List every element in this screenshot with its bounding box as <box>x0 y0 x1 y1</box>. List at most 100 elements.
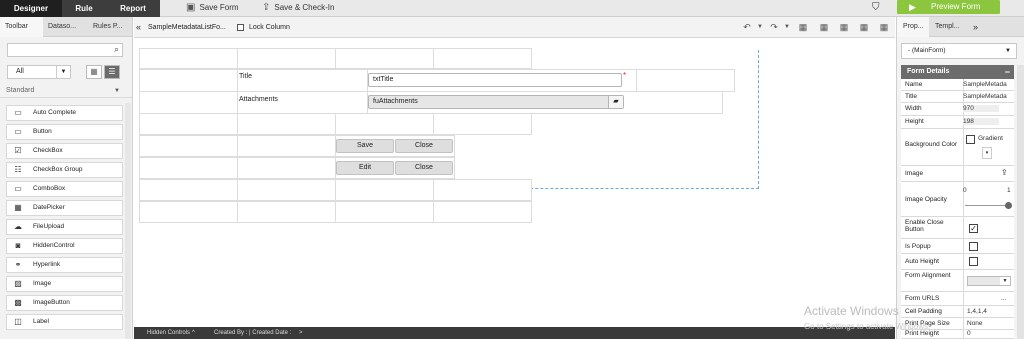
attachments-label: Attachments <box>239 96 278 103</box>
delete-column-icon[interactable]: ▦ <box>858 21 870 33</box>
grid-cell[interactable] <box>139 179 238 201</box>
floppy-icon: ▣ <box>186 2 196 13</box>
form-details-header[interactable]: Form Details − <box>901 65 1014 79</box>
control-checkbox[interactable]: ☑ CheckBox <box>6 143 123 159</box>
status-bar: Hidden Controls ^ Created By : | Created… <box>134 327 895 339</box>
attachments-fileupload[interactable]: fuAttachments ▰ <box>368 95 624 109</box>
grid-cell[interactable] <box>237 179 336 201</box>
grid-cell[interactable] <box>237 135 336 157</box>
control-button[interactable]: ▭ Button <box>6 124 123 140</box>
close-button-2[interactable]: Close <box>395 161 453 175</box>
grid-cell[interactable] <box>139 157 238 179</box>
grid-cell[interactable] <box>433 48 532 69</box>
opacity-slider-handle[interactable] <box>1005 202 1012 209</box>
toolbox-scrollbar[interactable] <box>125 103 131 339</box>
grid-cell[interactable] <box>433 113 532 135</box>
grid-cell[interactable] <box>335 201 434 223</box>
top-toolbar: Designer Rule Report ▣ Save Form ⇪ Save & … <box>0 0 1024 17</box>
search-icon[interactable]: ⌕ <box>114 44 119 55</box>
control-checkbox-group[interactable]: ☷ CheckBox Group <box>6 162 123 178</box>
lock-column-checkbox[interactable] <box>237 24 244 31</box>
grid-cell[interactable] <box>335 48 434 69</box>
control-hyperlink[interactable]: ⚭ Hyperlink <box>6 257 123 273</box>
opacity-slider[interactable] <box>965 205 1009 206</box>
element-selector[interactable]: - (MainForm) ▼ <box>901 43 1017 59</box>
grid-cell[interactable] <box>433 179 532 201</box>
chevron-down-icon[interactable]: ▼ <box>754 21 766 33</box>
grid-cell[interactable] <box>335 179 434 201</box>
control-auto-complete[interactable]: ▭ Auto Complete <box>6 105 123 121</box>
grid-view-button[interactable]: ▦ <box>86 65 102 79</box>
grid-cell[interactable] <box>433 201 532 223</box>
control-hiddencontrol[interactable]: ◙ HiddenControl <box>6 238 123 254</box>
redo-icon[interactable]: ↷ <box>768 21 780 33</box>
print-size-select[interactable]: None <box>967 320 1011 327</box>
close-button[interactable]: Close <box>395 139 453 153</box>
grid-cell[interactable] <box>139 135 238 157</box>
undo-icon[interactable]: ↶ <box>741 21 753 33</box>
preview-form-button[interactable]: ▶ Preview Form <box>897 0 1000 14</box>
required-marker: * <box>623 71 627 80</box>
edit-button[interactable]: Edit <box>336 161 394 175</box>
alignment-select[interactable]: ▼ <box>967 276 1011 286</box>
activation-watermark: Activate Windows <box>804 304 899 318</box>
section-standard[interactable]: Standard ▼ <box>0 84 132 98</box>
enable-close-checkbox[interactable]: ✓ <box>969 224 978 233</box>
gradient-checkbox[interactable] <box>966 135 975 144</box>
prop-row-width: Width 970 <box>901 103 1014 116</box>
chevron-right-icon[interactable]: > <box>299 327 303 339</box>
insert-row-icon[interactable]: ▦ <box>797 21 809 33</box>
cloud-upload-icon: ☁ <box>14 222 22 231</box>
grid-cell[interactable] <box>237 157 336 179</box>
control-imagebutton[interactable]: ▩ ImageButton <box>6 295 123 311</box>
category-filter-select[interactable]: All ▼ <box>7 65 71 79</box>
is-popup-checkbox[interactable] <box>969 242 978 251</box>
merge-cells-icon[interactable]: ▦ <box>878 21 890 33</box>
grid-cell[interactable] <box>237 48 336 69</box>
grid-cell[interactable] <box>237 69 368 92</box>
grid-cell[interactable] <box>139 91 238 114</box>
chevron-down-icon[interactable]: ▼ <box>781 21 793 33</box>
chevron-up-icon[interactable]: ^ <box>192 327 195 339</box>
tab-designer[interactable]: Designer <box>0 0 62 17</box>
grid-cell[interactable] <box>139 113 238 135</box>
save-button[interactable]: Save <box>336 139 394 153</box>
delete-row-icon[interactable]: ▦ <box>838 21 850 33</box>
urls-ellipsis-button[interactable]: ... <box>1001 295 1011 302</box>
save-form-button[interactable]: ▣ Save Form <box>186 0 239 17</box>
control-image[interactable]: ▨ Image <box>6 276 123 292</box>
color-picker[interactable]: ▾ <box>982 147 992 159</box>
hidden-controls-toggle[interactable]: Hidden Controls <box>147 327 190 339</box>
tab-report[interactable]: Report <box>106 0 160 17</box>
grid-cell[interactable] <box>335 113 434 135</box>
control-combobox[interactable]: ▭ ComboBox <box>6 181 123 197</box>
auto-height-checkbox[interactable] <box>969 257 978 266</box>
grid-cell[interactable] <box>237 201 336 223</box>
tab-templates[interactable]: Templ... <box>929 17 967 37</box>
control-datepicker[interactable]: ▦ DatePicker <box>6 200 123 216</box>
tab-rules-panel[interactable]: Rules P... <box>88 17 132 37</box>
folder-icon[interactable]: ▰ <box>608 96 623 108</box>
toolbox-search-input[interactable]: ⌕ <box>7 43 123 57</box>
save-checkin-button[interactable]: ⇪ Save & Check-In <box>262 0 334 17</box>
grid-cell[interactable] <box>139 48 238 69</box>
list-view-button[interactable]: ☰ <box>104 65 120 79</box>
grid-cell[interactable] <box>139 201 238 223</box>
control-fileupload[interactable]: ☁ FileUpload <box>6 219 123 235</box>
grid-cell[interactable] <box>237 113 336 135</box>
insert-column-icon[interactable]: ▦ <box>818 21 830 33</box>
shield-icon[interactable]: ⛉ <box>872 0 880 17</box>
collapse-left-icon[interactable]: « <box>134 17 141 38</box>
control-label[interactable]: ◫ Label <box>6 314 123 330</box>
upload-icon[interactable]: ⇪ <box>1001 168 1008 177</box>
expand-right-icon[interactable]: » <box>967 17 987 37</box>
grid-cell[interactable] <box>636 69 735 92</box>
tab-rule[interactable]: Rule <box>62 0 106 17</box>
tab-datasource[interactable]: Datasо... <box>43 17 88 37</box>
grid-cell[interactable] <box>139 69 238 92</box>
title-textbox[interactable]: txtTitle <box>368 73 622 87</box>
properties-scrollbar[interactable] <box>1017 65 1024 339</box>
tab-toolbar[interactable]: Toolbar <box>0 17 43 37</box>
tab-properties[interactable]: Prop... <box>897 17 929 37</box>
collapse-icon[interactable]: − <box>1005 65 1010 79</box>
